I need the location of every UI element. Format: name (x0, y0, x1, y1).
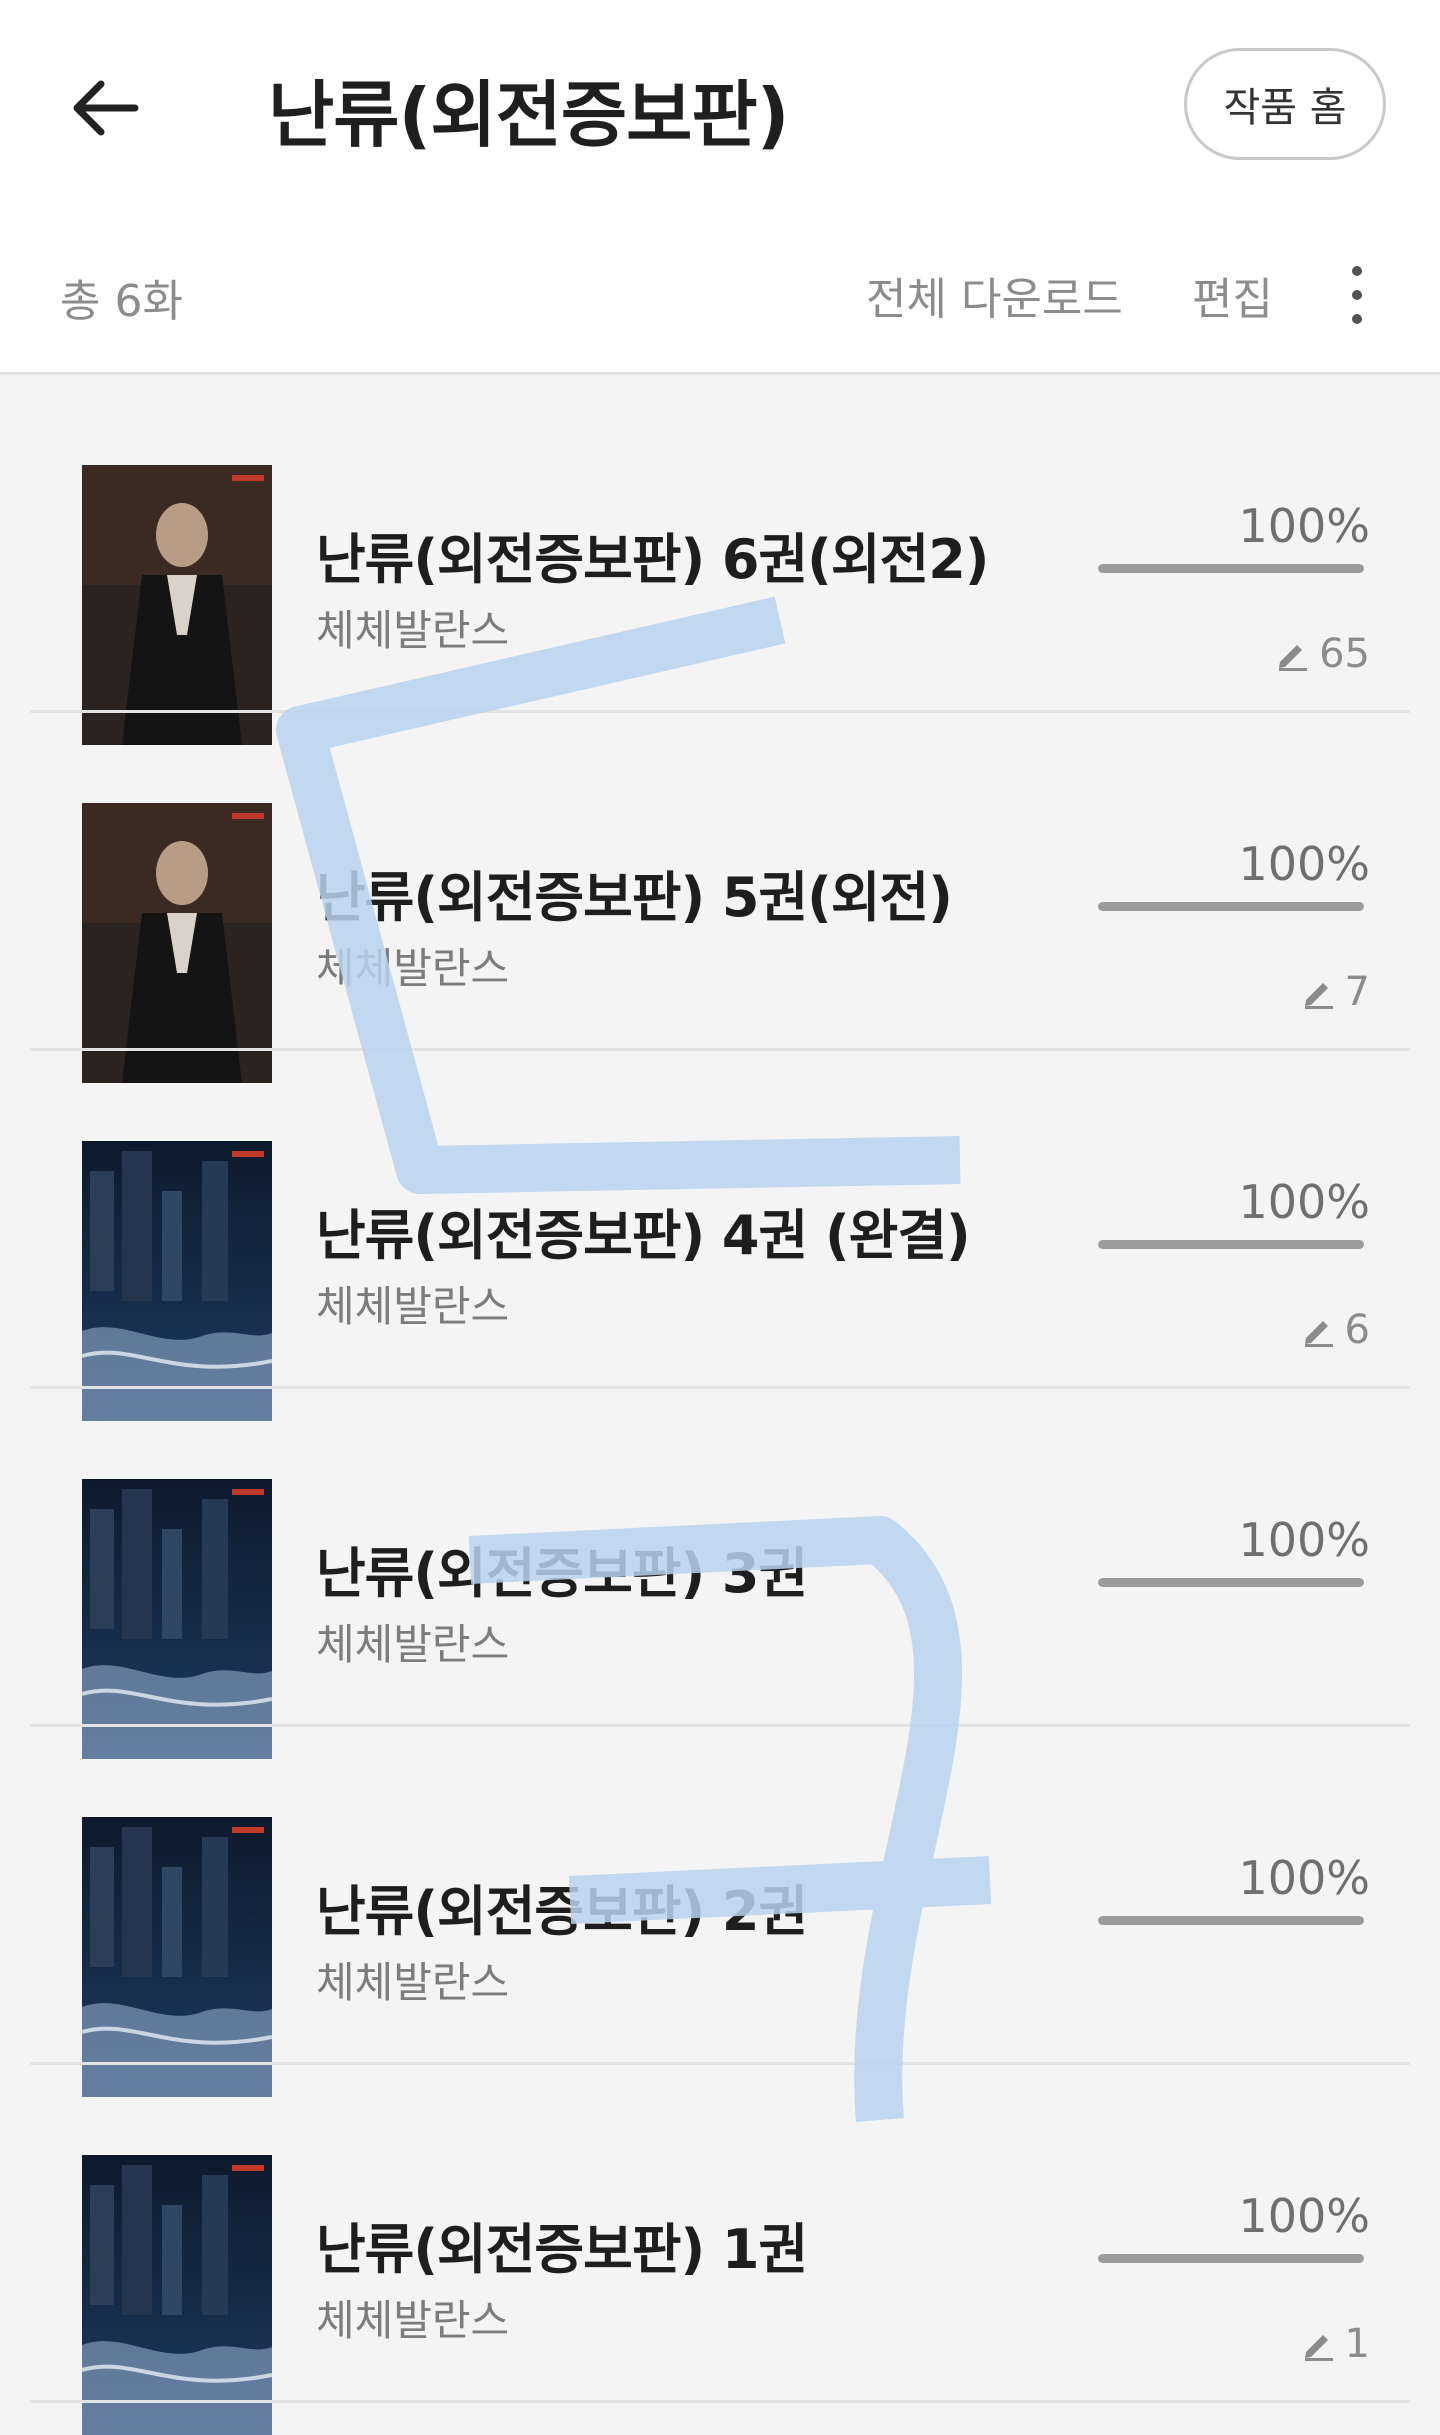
memo-count[interactable]: 7 (1301, 969, 1370, 1015)
progress-bar-fill (1098, 902, 1364, 911)
progress-label: 100% (1238, 837, 1370, 891)
item-title: 난류(외전증보판) 2권 (316, 1880, 808, 1943)
book-cover-image (82, 803, 272, 1083)
list-toolbar: 총 6화 전체 다운로드 편집 (0, 215, 1440, 375)
list-item[interactable]: 난류(외전증보판) 1권체체발란스 100% 1 (0, 2065, 1440, 2435)
progress-label: 100% (1238, 499, 1370, 553)
memo-count[interactable]: 65 (1275, 631, 1370, 677)
list-item[interactable]: 난류(외전증보판) 3권체체발란스 100% (0, 1389, 1440, 1759)
list-item[interactable]: 난류(외전증보판) 2권체체발란스 100% (0, 1727, 1440, 2097)
item-author: 체체발란스 (316, 606, 510, 655)
memo-count[interactable]: 6 (1301, 1307, 1370, 1353)
progress-label: 100% (1238, 1851, 1370, 1905)
book-cover-image (82, 1479, 272, 1759)
memo-count-label: 1 (1344, 2321, 1370, 2367)
progress-bar-fill (1098, 1578, 1364, 1587)
item-title: 난류(외전증보판) 1권 (316, 2218, 808, 2281)
episode-count: 총 6화 (60, 276, 183, 327)
book-cover[interactable] (82, 1141, 272, 1421)
more-vertical-icon (1352, 266, 1362, 324)
progress-bar (1098, 1916, 1364, 1925)
item-author: 체체발란스 (316, 1620, 510, 1669)
book-cover[interactable] (82, 803, 272, 1083)
memo-count-label: 65 (1319, 631, 1370, 677)
progress-bar (1098, 902, 1364, 911)
book-cover[interactable] (82, 1817, 272, 2097)
book-cover[interactable] (82, 1479, 272, 1759)
book-cover-image (82, 1817, 272, 2097)
memo-count[interactable]: 1 (1301, 2321, 1370, 2367)
progress-bar (1098, 564, 1364, 573)
book-cover[interactable] (82, 465, 272, 745)
work-home-button[interactable]: 작품 홈 (1184, 48, 1386, 160)
download-all-button[interactable]: 전체 다운로드 (866, 263, 1123, 327)
list-item[interactable]: 난류(외전증보판) 4권 (완결) 체체발란스 100% 6 (0, 1051, 1440, 1421)
back-button[interactable] (62, 68, 148, 148)
divider (30, 2400, 1410, 2403)
book-cover-image (82, 465, 272, 745)
item-title: 난류(외전증보판) 3권 (316, 1542, 808, 1605)
book-cover-image (82, 2155, 272, 2435)
arrow-left-icon (73, 80, 139, 136)
memo-count-label: 6 (1344, 1307, 1370, 1353)
progress-bar (1098, 2254, 1364, 2263)
more-menu-button[interactable] (1332, 255, 1382, 335)
progress-bar (1098, 1578, 1364, 1587)
item-title: 난류(외전증보판) 6권(외전2) (316, 528, 989, 591)
item-title: 난류(외전증보판) 4권 (완결) (316, 1204, 971, 1267)
item-title: 난류(외전증보판) 5권(외전) (316, 866, 953, 929)
progress-label: 100% (1238, 1513, 1370, 1567)
item-author: 체체발란스 (316, 944, 510, 993)
book-cover[interactable] (82, 2155, 272, 2435)
pencil-icon (1304, 2335, 1333, 2361)
progress-label: 100% (1238, 2189, 1370, 2243)
page-title: 난류(외전증보판) (268, 73, 789, 157)
memo-count-label: 7 (1344, 969, 1370, 1015)
book-cover-image (82, 1141, 272, 1421)
progress-bar-fill (1098, 2254, 1364, 2263)
pencil-icon (1279, 645, 1308, 671)
progress-bar (1098, 1240, 1364, 1249)
progress-label: 100% (1238, 1175, 1370, 1229)
pencil-icon (1304, 983, 1333, 1009)
item-author: 체체발란스 (316, 1958, 510, 2007)
edit-button[interactable]: 편집 (1192, 263, 1273, 327)
item-author: 체체발란스 (316, 1282, 510, 1331)
progress-bar-fill (1098, 1916, 1364, 1925)
pencil-icon (1304, 1321, 1333, 1347)
list-item[interactable]: 난류(외전증보판) 6권(외전2) 체체발란스 100% 65 (0, 375, 1440, 745)
item-author: 체체발란스 (316, 2296, 510, 2345)
progress-bar-fill (1098, 1240, 1364, 1249)
list-item[interactable]: 난류(외전증보판) 5권(외전) 체체발란스 100% 7 (0, 713, 1440, 1083)
progress-bar-fill (1098, 564, 1364, 573)
app-header: 난류(외전증보판) 작품 홈 (0, 0, 1440, 215)
